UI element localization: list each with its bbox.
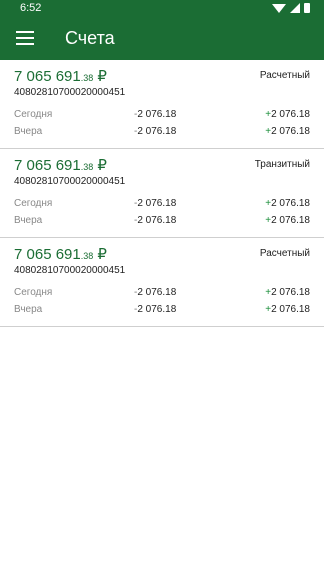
debit-value: 2 076.18 xyxy=(137,287,177,298)
account-balance: 7 065 691.38 ₽ xyxy=(14,245,107,263)
yesterday-row: Вчера -2 076.18 +2 076.18 xyxy=(14,126,310,140)
status-icons xyxy=(272,3,310,13)
credit-value: 2 076.18 xyxy=(271,304,310,315)
account-card[interactable]: 7 065 691.38 ₽ Транзитный 40802810700020… xyxy=(0,149,324,238)
credit-value: 2 076.18 xyxy=(271,287,310,298)
battery-icon xyxy=(304,3,310,13)
status-time: 6:52 xyxy=(20,2,42,14)
menu-icon[interactable] xyxy=(16,31,34,45)
yesterday-credit: +2 076.18 xyxy=(265,126,310,137)
account-number: 40802810700020000451 xyxy=(14,87,126,98)
balance-cents: .38 xyxy=(80,73,94,83)
yesterday-row: Вчера -2 076.18 +2 076.18 xyxy=(14,215,310,229)
account-balance: 7 065 691.38 ₽ xyxy=(14,156,107,174)
balance-cents: .38 xyxy=(80,162,94,172)
account-type: Расчетный xyxy=(259,70,310,81)
yesterday-debit: -2 076.18 xyxy=(134,215,176,226)
signal-icon xyxy=(290,3,300,13)
yesterday-row: Вчера -2 076.18 +2 076.18 xyxy=(14,304,310,318)
today-label: Сегодня xyxy=(14,287,53,298)
app-bar: Счета xyxy=(0,18,324,60)
yesterday-credit: +2 076.18 xyxy=(265,304,310,315)
debit-value: 2 076.18 xyxy=(137,126,177,137)
credit-value: 2 076.18 xyxy=(271,109,310,120)
account-balance: 7 065 691.38 ₽ xyxy=(14,67,107,85)
debit-value: 2 076.18 xyxy=(137,109,177,120)
yesterday-debit: -2 076.18 xyxy=(134,126,176,137)
accounts-list: 7 065 691.38 ₽ Расчетный 408028107000200… xyxy=(0,60,324,327)
balance-main: 7 065 691 xyxy=(14,157,81,174)
credit-value: 2 076.18 xyxy=(271,215,310,226)
yesterday-credit: +2 076.18 xyxy=(265,215,310,226)
today-credit: +2 076.18 xyxy=(265,109,310,120)
currency-symbol: ₽ xyxy=(97,246,107,263)
account-card[interactable]: 7 065 691.38 ₽ Расчетный 408028107000200… xyxy=(0,238,324,327)
debit-value: 2 076.18 xyxy=(137,198,177,209)
balance-main: 7 065 691 xyxy=(14,246,81,263)
today-debit: -2 076.18 xyxy=(134,287,176,298)
status-bar: 6:52 xyxy=(0,0,324,18)
page-title: Счета xyxy=(65,28,115,48)
account-card[interactable]: 7 065 691.38 ₽ Расчетный 408028107000200… xyxy=(0,60,324,149)
currency-symbol: ₽ xyxy=(97,157,107,174)
today-label: Сегодня xyxy=(14,109,53,120)
account-type: Расчетный xyxy=(259,248,310,259)
yesterday-label: Вчера xyxy=(14,304,43,315)
today-debit: -2 076.18 xyxy=(134,109,176,120)
today-credit: +2 076.18 xyxy=(265,198,310,209)
credit-value: 2 076.18 xyxy=(271,126,310,137)
account-type: Транзитный xyxy=(254,159,310,170)
today-row: Сегодня -2 076.18 +2 076.18 xyxy=(14,109,310,123)
yesterday-label: Вчера xyxy=(14,126,43,137)
debit-value: 2 076.18 xyxy=(137,215,177,226)
balance-cents: .38 xyxy=(80,251,94,261)
currency-symbol: ₽ xyxy=(97,68,107,85)
today-debit: -2 076.18 xyxy=(134,198,176,209)
balance-main: 7 065 691 xyxy=(14,68,81,85)
today-row: Сегодня -2 076.18 +2 076.18 xyxy=(14,287,310,301)
yesterday-label: Вчера xyxy=(14,215,43,226)
yesterday-debit: -2 076.18 xyxy=(134,304,176,315)
account-number: 40802810700020000451 xyxy=(14,265,126,276)
account-number: 40802810700020000451 xyxy=(14,176,126,187)
wifi-icon xyxy=(272,3,286,13)
today-row: Сегодня -2 076.18 +2 076.18 xyxy=(14,198,310,212)
today-credit: +2 076.18 xyxy=(265,287,310,298)
credit-value: 2 076.18 xyxy=(271,198,310,209)
today-label: Сегодня xyxy=(14,198,53,209)
debit-value: 2 076.18 xyxy=(137,304,177,315)
